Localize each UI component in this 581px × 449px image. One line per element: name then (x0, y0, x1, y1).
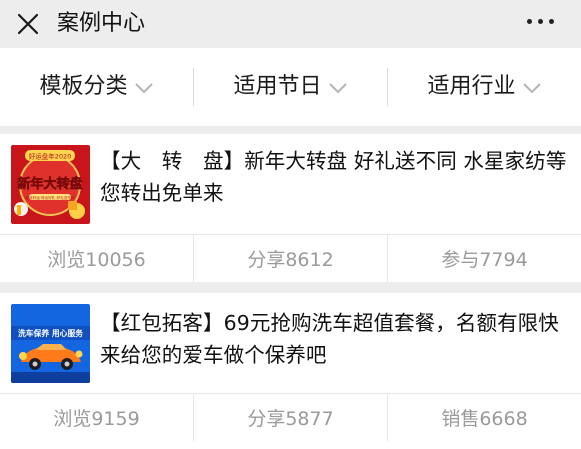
more-icon[interactable] (527, 19, 555, 27)
filter-festival[interactable]: 适用节日 (194, 48, 387, 126)
page-title: 案例中心 (57, 11, 146, 36)
case-card[interactable]: 洗车保养 用心服务 【红包拓客】69元抢购洗车超值套餐，名额有限快来给您的爱车做… (0, 293, 581, 449)
filter-label: 适用节日 (233, 74, 322, 99)
car-wash-image: 洗车保养 用心服务 (11, 304, 90, 383)
filter-industry[interactable]: 适用行业 (388, 48, 581, 126)
stat-shares: 分享8612 (247, 249, 334, 271)
stat-participants: 参与7794 (441, 249, 528, 271)
case-description: 【红包拓客】69元抢购洗车超值套餐，名额有限快来给您的爱车做个保养吧 (100, 311, 559, 367)
chevron-down-icon (134, 83, 153, 94)
chevron-down-icon (522, 83, 541, 94)
thumb-headline: 新年大转盘 (17, 176, 82, 192)
title-bar: 案例中心 (0, 0, 581, 48)
thumb-badge: 好运盘年2020 (29, 152, 72, 161)
stat-views: 浏览10056 (47, 249, 146, 271)
case-thumbnail: 好运盘年2020 新年大转盘 新年好运 转出好礼 好礼送不停 (11, 145, 90, 224)
filter-bar: 模板分类 适用节日 适用行业 (0, 48, 581, 126)
lucky-wheel-image: 好运盘年2020 新年大转盘 新年好运 转出好礼 好礼送不停 (11, 145, 90, 224)
chevron-down-icon (328, 83, 347, 94)
thumb-headline: 洗车保养 用心服务 (18, 328, 83, 338)
thumb-sub: 新年好运 转出好礼 好礼送不停 (25, 195, 74, 200)
case-card[interactable]: 好运盘年2020 新年大转盘 新年好运 转出好礼 好礼送不停 【大 转 盘】新年… (0, 134, 581, 282)
stat-shares: 分享5877 (247, 408, 334, 430)
filter-template-category[interactable]: 模板分类 (0, 48, 193, 126)
case-thumbnail: 洗车保养 用心服务 (11, 304, 90, 383)
close-icon[interactable] (16, 12, 40, 36)
case-description: 【大 转 盘】新年大转盘 好礼送不同 水星家纺等您转出免单来 (100, 149, 567, 205)
stat-sales: 销售6668 (441, 408, 528, 430)
filter-label: 模板分类 (39, 74, 128, 99)
stat-views: 浏览9159 (53, 408, 140, 430)
filter-label: 适用行业 (427, 74, 516, 99)
